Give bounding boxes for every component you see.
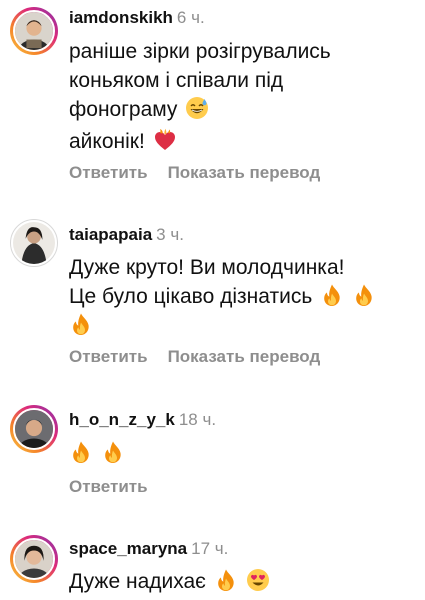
comment-line-text: Це було цікаво дізнатись — [69, 285, 313, 308]
avatar[interactable] — [10, 405, 58, 453]
comment-header: space_maryna 17 ч. — [69, 539, 228, 559]
username[interactable]: taiapapaia — [69, 225, 152, 244]
fire-emoji — [69, 312, 93, 336]
comment-text: раніше зірки розігрувались коньяком і сп… — [69, 37, 409, 156]
fire-emoji — [101, 440, 125, 464]
comment-header: h_o_n_z_y_k 18 ч. — [69, 410, 216, 430]
timestamp: 17 ч. — [191, 539, 229, 558]
comment-line-text: фонограму — [69, 98, 178, 121]
timestamp: 6 ч. — [176, 8, 205, 27]
reply-button[interactable]: Ответить — [69, 477, 148, 496]
avatar[interactable] — [10, 219, 58, 267]
heart-on-fire-emoji — [153, 128, 177, 152]
comment-text: Дуже надихає — [69, 567, 409, 596]
comment-header: iamdonskikh 6 ч. — [69, 8, 205, 28]
avatar[interactable] — [10, 7, 58, 55]
comment-line: фонограму — [69, 95, 409, 124]
comment-line — [69, 311, 409, 340]
comment-line-text: Дуже надихає — [69, 570, 206, 593]
fire-emoji — [214, 568, 238, 592]
fire-emoji — [69, 440, 93, 464]
avatar-photo — [15, 12, 53, 50]
fire-emoji — [320, 283, 344, 307]
heart-eyes-emoji — [246, 568, 270, 592]
avatar-photo — [15, 540, 53, 578]
fire-emoji — [352, 283, 376, 307]
comment-line-text: айконік! — [69, 130, 145, 153]
comment-line: коньяком і співали під — [69, 69, 284, 92]
comment-actions: Ответить Показать перевод — [69, 347, 320, 367]
comment-line — [69, 439, 409, 468]
grinning-sweat-emoji — [185, 96, 209, 120]
username[interactable]: space_maryna — [69, 539, 187, 558]
timestamp: 18 ч. — [178, 410, 217, 429]
comment-actions: Ответить — [69, 477, 148, 497]
comment-text: Дуже круто! Ви молодчинка! Це було цікав… — [69, 253, 409, 340]
comment-line: Це було цікаво дізнатись — [69, 282, 409, 311]
show-translation-button[interactable]: Показать перевод — [168, 163, 321, 182]
avatar-photo — [15, 410, 53, 448]
comment-text — [69, 439, 409, 468]
comment-line: Дуже круто! Ви молодчинка! — [69, 256, 345, 279]
show-translation-button[interactable]: Показать перевод — [168, 347, 321, 366]
avatar[interactable] — [10, 535, 58, 583]
comment-header: taiapapaia 3 ч. — [69, 225, 184, 245]
avatar-photo — [13, 222, 55, 264]
reply-button[interactable]: Ответить — [69, 347, 148, 366]
comment-line: айконік! — [69, 127, 409, 156]
reply-button[interactable]: Ответить — [69, 163, 148, 182]
comment-actions: Ответить Показать перевод — [69, 163, 320, 183]
username[interactable]: iamdonskikh — [69, 8, 173, 27]
comment-line: раніше зірки розігрувались — [69, 40, 331, 63]
username[interactable]: h_o_n_z_y_k — [69, 410, 175, 429]
comment-line: Дуже надихає — [69, 567, 409, 596]
timestamp: 3 ч. — [156, 225, 184, 244]
